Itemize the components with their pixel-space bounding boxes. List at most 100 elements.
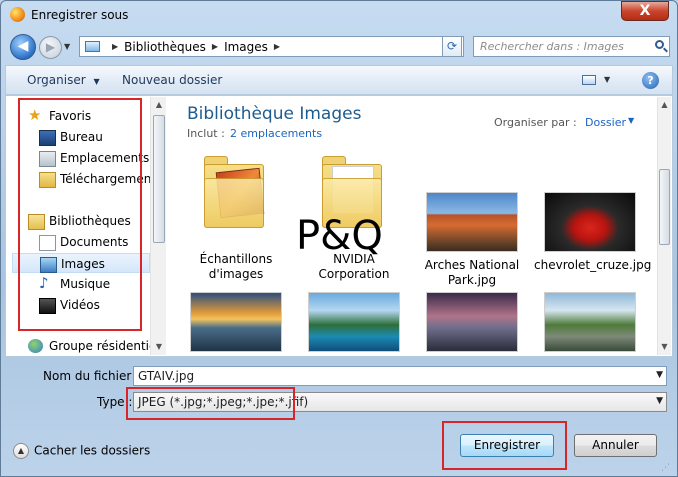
nav-item-images[interactable]: Images bbox=[12, 253, 150, 273]
nav-label: Favoris bbox=[49, 109, 92, 123]
image-thumbnail bbox=[426, 292, 518, 352]
nav-label: Bureau bbox=[60, 130, 103, 144]
close-button[interactable]: X bbox=[621, 1, 669, 21]
nav-libraries[interactable]: Bibliothèques bbox=[28, 211, 148, 231]
recent-places-icon bbox=[39, 151, 56, 167]
scroll-down-icon[interactable]: ▼ bbox=[658, 339, 671, 355]
nav-item-recent[interactable]: Emplacements récents bbox=[39, 148, 166, 168]
file-tile-chevrolet[interactable]: chevrolet_cruze.jpg bbox=[534, 192, 652, 288]
organize-button[interactable]: Organiser ▼ bbox=[27, 73, 100, 87]
save-form: Nom du fichier : GTAIV.jpg ▼ Type : JPEG… bbox=[5, 359, 673, 419]
chevron-down-icon[interactable]: ▼ bbox=[656, 396, 663, 406]
cancel-button[interactable]: Annuler bbox=[574, 434, 657, 457]
help-icon[interactable]: ? bbox=[642, 72, 659, 89]
content-scrollbar[interactable]: ▲ ▼ bbox=[657, 97, 671, 355]
file-tile-samples-folder[interactable]: Échantillons d'images bbox=[180, 156, 292, 281]
scroll-up-icon[interactable]: ▲ bbox=[658, 97, 671, 113]
back-button[interactable]: ◀ bbox=[10, 34, 36, 60]
arrange-by-label: Organiser par : bbox=[494, 116, 577, 129]
nav-label: Documents bbox=[60, 235, 129, 249]
scrollbar-thumb[interactable] bbox=[153, 115, 165, 243]
file-name: Arches National Park.jpg bbox=[424, 258, 520, 287]
dialog-footer: ▲ Cacher les dossiers bbox=[5, 423, 673, 475]
nav-item-music[interactable]: ♪ Musique bbox=[39, 274, 149, 294]
chevron-up-icon: ▲ bbox=[13, 443, 29, 459]
nav-homegroup[interactable]: Groupe résidentiel bbox=[28, 336, 160, 356]
image-thumbnail bbox=[544, 192, 636, 252]
file-tile[interactable] bbox=[180, 292, 292, 352]
images-icon bbox=[40, 257, 57, 273]
file-name: Échantillons d'images bbox=[199, 252, 273, 281]
locations-link[interactable]: 2 emplacements bbox=[230, 127, 322, 140]
file-tile-arches[interactable]: Arches National Park.jpg bbox=[416, 192, 528, 288]
scroll-down-icon[interactable]: ▼ bbox=[151, 339, 166, 355]
navigation-scrollbar[interactable]: ▲ ▼ bbox=[150, 97, 166, 355]
breadcrumb-libraries[interactable]: Bibliothèques bbox=[124, 40, 206, 54]
desktop-icon bbox=[39, 130, 56, 146]
new-folder-button[interactable]: Nouveau dossier bbox=[122, 73, 222, 87]
arrow-right-icon: ▶ bbox=[45, 40, 56, 54]
homegroup-icon bbox=[28, 339, 43, 353]
title-bar: Enregistrer sous X bbox=[1, 1, 677, 29]
videos-icon bbox=[39, 298, 56, 314]
content-pane: Bibliothèque Images Inclut : 2 emplaceme… bbox=[172, 96, 672, 356]
downloads-icon bbox=[39, 172, 56, 188]
toolbar: Organiser ▼ Nouveau dossier ▼ ? bbox=[5, 65, 673, 95]
nav-label: Groupe résidentiel bbox=[49, 339, 160, 353]
scrollbar-thumb[interactable] bbox=[659, 169, 670, 245]
image-thumbnail bbox=[426, 192, 518, 252]
address-bar[interactable]: ▶ Bibliothèques ▶ Images ▶ ▼ bbox=[79, 36, 464, 57]
file-tile[interactable] bbox=[416, 292, 528, 352]
documents-icon bbox=[39, 235, 56, 251]
breadcrumb-images[interactable]: Images bbox=[224, 40, 268, 54]
image-thumbnail bbox=[544, 292, 636, 352]
app-icon bbox=[10, 7, 25, 22]
view-options-icon[interactable] bbox=[582, 75, 596, 85]
chevron-right-icon[interactable]: ▶ bbox=[112, 42, 118, 51]
chevron-right-icon[interactable]: ▶ bbox=[212, 42, 218, 51]
annotation-box-save bbox=[442, 421, 567, 470]
nav-item-videos[interactable]: Vidéos bbox=[39, 295, 149, 315]
hide-folders-label: Cacher les dossiers bbox=[34, 443, 151, 458]
annotation-box-file-type bbox=[126, 387, 295, 420]
chevron-down-icon[interactable]: ▼ bbox=[628, 116, 634, 125]
nav-favorites[interactable]: ★ Favoris bbox=[28, 106, 148, 126]
search-placeholder: Rechercher dans : Images bbox=[480, 40, 624, 53]
library-icon bbox=[28, 214, 45, 230]
arrow-left-icon: ◀ bbox=[17, 38, 29, 54]
main-area: ★ Favoris Bureau Emplacements récents Té… bbox=[5, 95, 673, 357]
file-tile[interactable] bbox=[534, 292, 646, 352]
scroll-up-icon[interactable]: ▲ bbox=[151, 97, 166, 113]
history-dropdown-icon[interactable]: ▼ bbox=[64, 42, 70, 51]
arrange-by-dropdown[interactable]: Dossier bbox=[585, 116, 626, 129]
refresh-icon: ⟳ bbox=[446, 39, 458, 53]
navigation-pane: ★ Favoris Bureau Emplacements récents Té… bbox=[6, 96, 166, 356]
includes-label: Inclut : bbox=[187, 127, 225, 140]
file-name: chevrolet_cruze.jpg bbox=[534, 258, 652, 272]
nav-label: Vidéos bbox=[60, 298, 100, 312]
watermark-text: P&Q bbox=[296, 213, 383, 259]
forward-button[interactable]: ▶ bbox=[39, 36, 62, 59]
image-thumbnail bbox=[190, 292, 282, 352]
library-title: Bibliothèque Images bbox=[187, 104, 362, 124]
nav-item-desktop[interactable]: Bureau bbox=[39, 127, 149, 147]
nav-item-downloads[interactable]: Téléchargements bbox=[39, 169, 162, 189]
nav-item-documents[interactable]: Documents bbox=[39, 232, 149, 252]
nav-label: Images bbox=[61, 257, 105, 271]
chevron-down-icon[interactable]: ▼ bbox=[656, 370, 663, 380]
file-tile[interactable] bbox=[298, 292, 410, 352]
resize-grip-icon[interactable]: ⋰ bbox=[661, 463, 670, 473]
refresh-button[interactable]: ⟳ bbox=[442, 36, 462, 57]
chevron-down-icon[interactable]: ▼ bbox=[604, 75, 610, 84]
filename-field[interactable]: GTAIV.jpg ▼ bbox=[133, 366, 667, 386]
nav-label: Bibliothèques bbox=[49, 214, 131, 228]
hide-folders-button[interactable]: ▲ Cacher les dossiers bbox=[13, 443, 150, 459]
chevron-down-icon: ▼ bbox=[93, 77, 100, 86]
filename-label: Nom du fichier : bbox=[43, 369, 140, 383]
organize-label: Organiser bbox=[27, 73, 86, 87]
nav-label: Musique bbox=[60, 277, 111, 291]
window-title: Enregistrer sous bbox=[31, 8, 129, 22]
search-icon[interactable] bbox=[655, 40, 664, 49]
chevron-right-icon[interactable]: ▶ bbox=[274, 42, 280, 51]
search-input[interactable]: Rechercher dans : Images bbox=[473, 36, 670, 57]
